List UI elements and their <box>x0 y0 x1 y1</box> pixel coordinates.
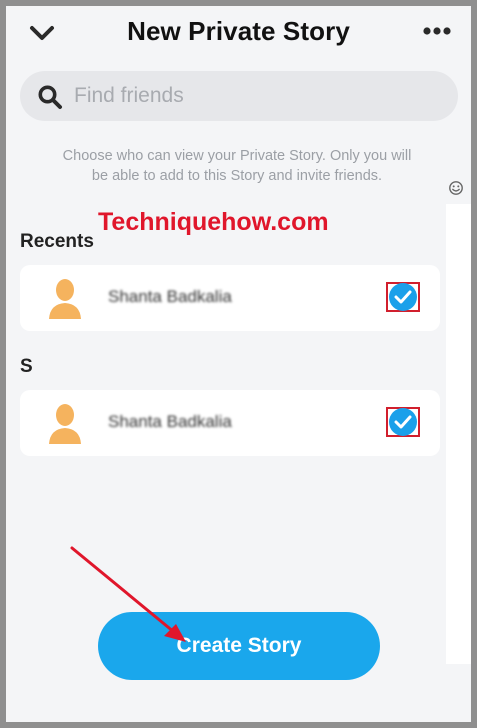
search-icon <box>38 85 62 109</box>
search-bar[interactable] <box>20 71 458 121</box>
search-input[interactable] <box>74 71 444 121</box>
friend-name: Shanta Badkalia <box>108 287 232 306</box>
page-title: New Private Story <box>127 16 350 46</box>
selected-checkbox[interactable] <box>389 283 417 311</box>
section-label-s: S <box>20 356 33 377</box>
annotation-arrow-icon <box>70 546 186 642</box>
description-text: Choose who can view your Private Story. … <box>62 148 412 184</box>
selected-checkbox[interactable] <box>389 408 417 436</box>
friend-name: Shanta Badkalia <box>108 412 232 431</box>
section-label-recents: Recents <box>20 231 94 252</box>
more-horizontal-icon <box>423 27 451 35</box>
checkmark-icon <box>394 415 412 429</box>
watermark-text: Techniquehow.com <box>98 208 329 236</box>
friend-row[interactable]: Shanta Badkalia <box>20 265 440 331</box>
more-options-button[interactable] <box>422 24 452 38</box>
checkmark-icon <box>394 290 412 304</box>
bitmoji-avatar-icon <box>49 279 81 319</box>
emoji-icon <box>449 181 463 195</box>
bitmoji-avatar-icon <box>49 404 81 444</box>
side-panel-edge <box>446 204 471 664</box>
friend-row[interactable]: Shanta Badkalia <box>20 390 440 456</box>
header: New Private Story <box>6 6 471 62</box>
app-screen: New Private Story Choose who can view yo… <box>6 6 471 722</box>
